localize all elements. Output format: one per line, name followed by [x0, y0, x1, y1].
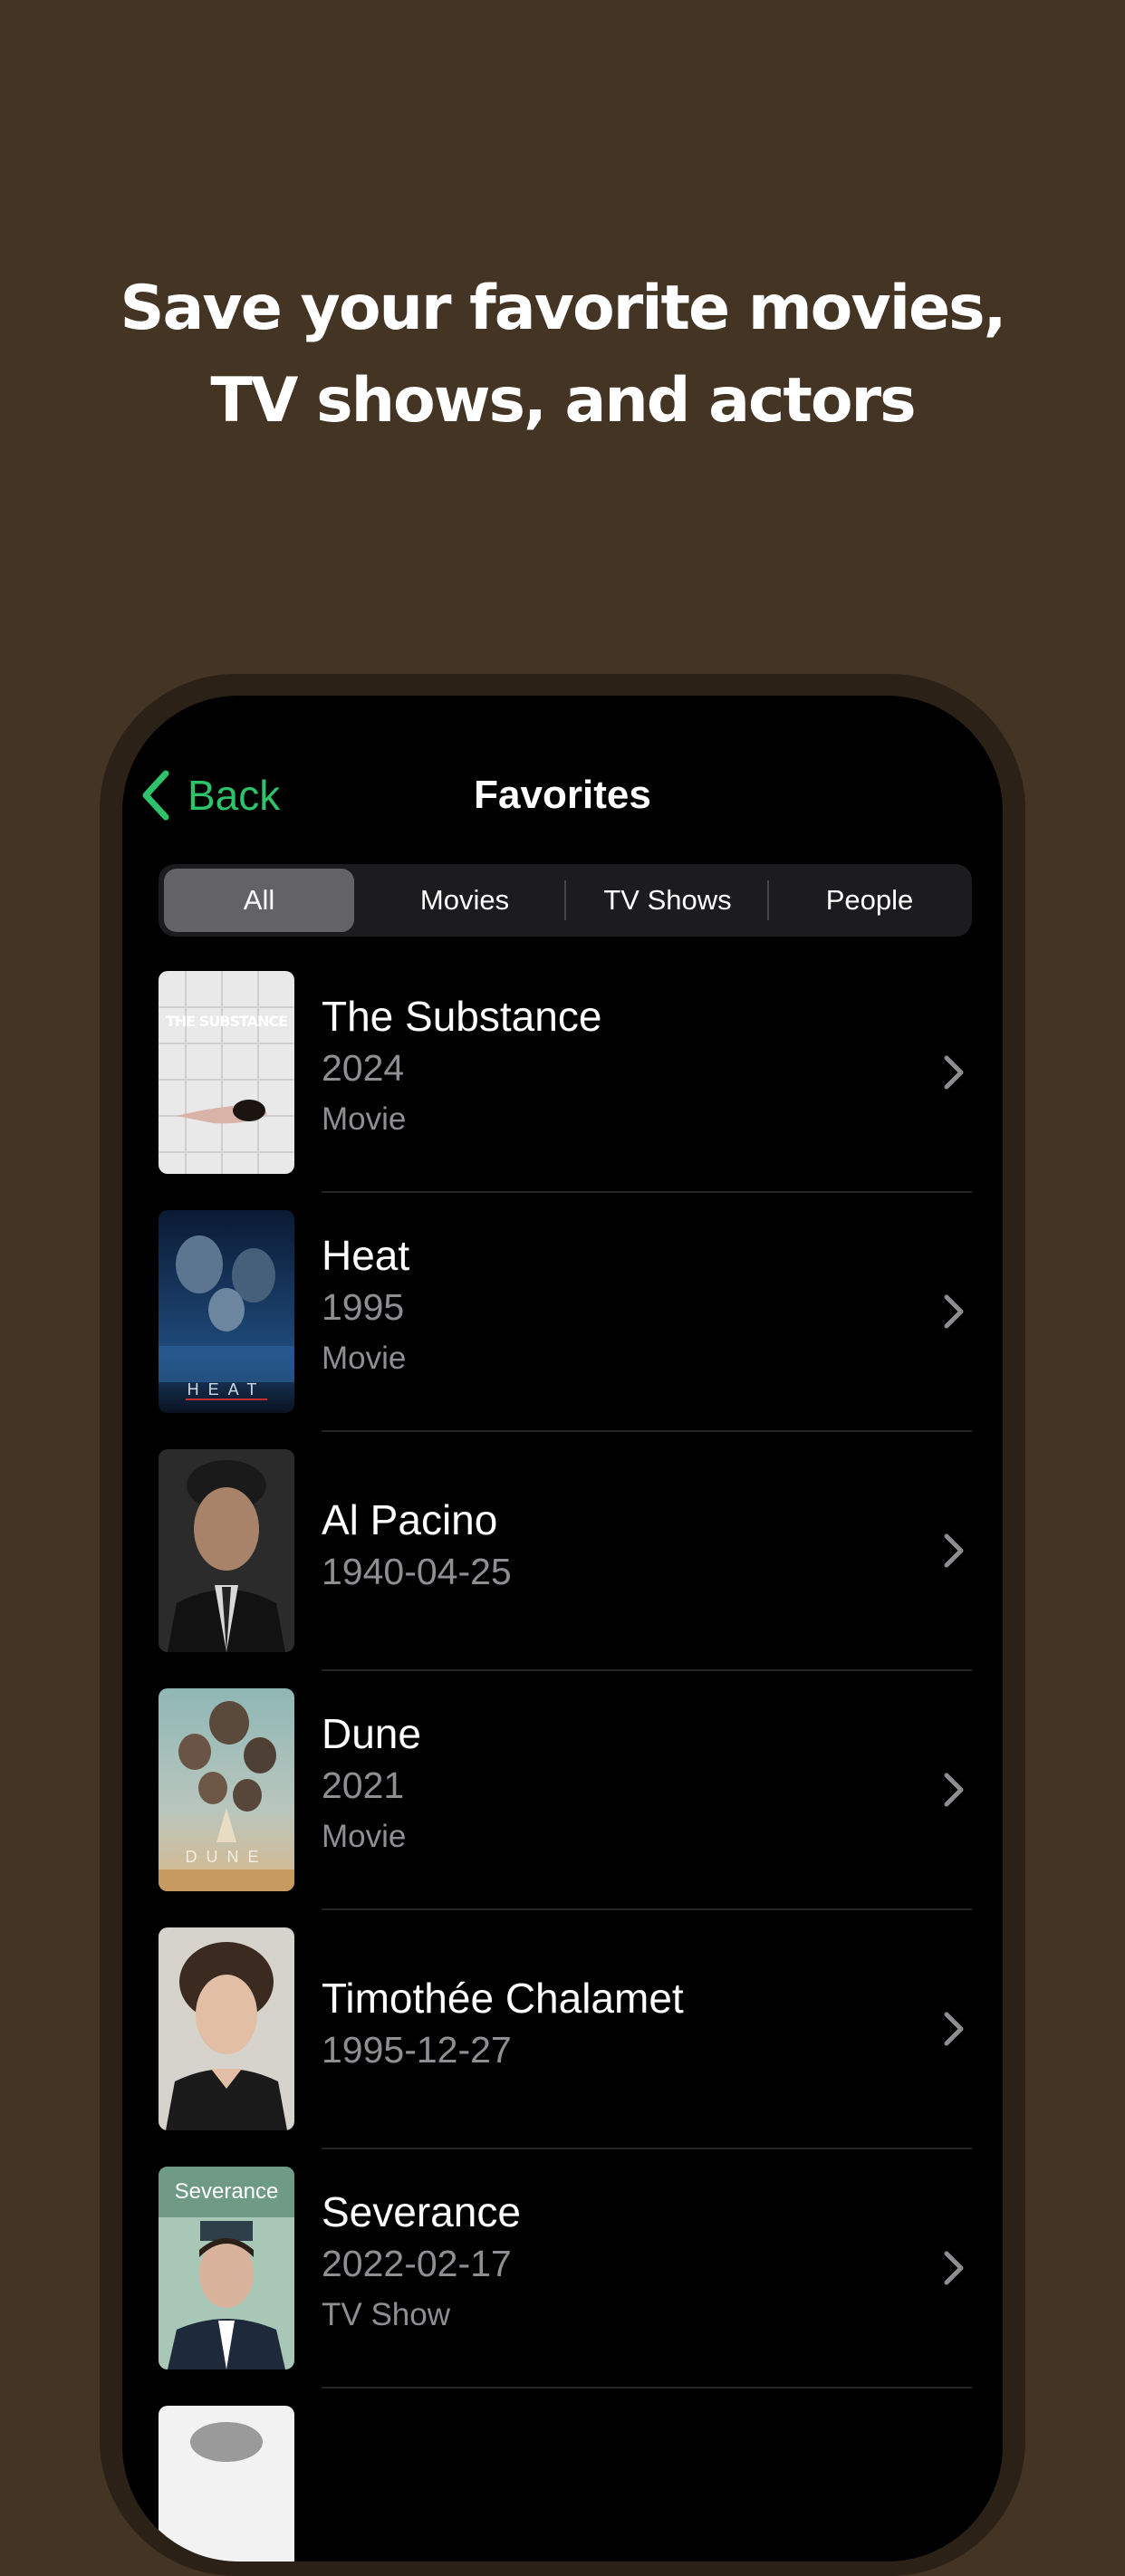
- segment-divider: [767, 880, 769, 920]
- poster-title-text: HEAT: [187, 1380, 266, 1399]
- chevron-right-icon: [944, 1533, 964, 1568]
- list-item-timothee-chalamet[interactable]: Timothée Chalamet 1995-12-27: [159, 1927, 972, 2167]
- item-title: Dune: [322, 1710, 421, 1757]
- poster-thumbnail: HEAT: [159, 1210, 294, 1413]
- item-subtitle: 1995: [322, 1286, 405, 1328]
- item-subtitle: 2024: [322, 1047, 405, 1089]
- row-divider: [322, 1191, 972, 1193]
- list-item-al-pacino[interactable]: Al Pacino 1940-04-25: [159, 1449, 972, 1688]
- item-title: Timothée Chalamet: [322, 1975, 684, 2022]
- item-subtitle: 2021: [322, 1764, 405, 1806]
- chevron-right-icon: [944, 1294, 964, 1329]
- poster-thumbnail: Severance: [159, 2167, 294, 2369]
- page-title: Favorites: [474, 773, 651, 817]
- item-subtitle: 2022-02-17: [322, 2243, 512, 2284]
- item-type: Movie: [322, 1101, 407, 1137]
- list-item-partial[interactable]: [159, 2406, 972, 2562]
- chevron-right-icon: [944, 1055, 964, 1090]
- poster-title-text: DUNE: [185, 1848, 268, 1866]
- profile-photo: [159, 1449, 294, 1652]
- segment-tv-shows[interactable]: TV Shows: [568, 869, 767, 932]
- segment-movies[interactable]: Movies: [365, 869, 564, 932]
- list-item-severance[interactable]: Severance Severance 2022-02-17 TV Show: [159, 2167, 972, 2406]
- segment-divider: [564, 880, 566, 920]
- item-title: Severance: [322, 2188, 521, 2235]
- item-title: Heat: [322, 1232, 410, 1279]
- headline-line-2: TV shows, and actors: [210, 365, 916, 437]
- chevron-right-icon: [944, 2012, 964, 2046]
- row-divider: [322, 2148, 972, 2149]
- row-divider: [322, 1430, 972, 1432]
- item-subtitle: 1940-04-25: [322, 1551, 512, 1592]
- poster-title-text: Severance: [174, 2179, 279, 2204]
- poster-thumbnail: THE SUBSTANCE: [159, 971, 294, 1174]
- item-title: The Substance: [322, 993, 602, 1040]
- navigation-bar: Back Favorites: [122, 750, 1003, 841]
- chevron-right-icon: [944, 2251, 964, 2285]
- item-type: TV Show: [322, 2297, 450, 2332]
- favorites-list: THE SUBSTANCE The Substance 2024 Movie H…: [159, 971, 972, 2562]
- row-divider: [322, 1669, 972, 1671]
- poster-title-text: THE SUBSTANCE: [165, 1013, 288, 1030]
- row-divider: [322, 1908, 972, 1910]
- headline-line-1: Save your favorite movies,: [120, 273, 1007, 344]
- item-subtitle: 1995-12-27: [322, 2029, 512, 2071]
- segment-people[interactable]: People: [771, 869, 968, 932]
- item-type: Movie: [322, 1819, 407, 1854]
- headline: Save your favorite movies, TV shows, and…: [0, 263, 1125, 447]
- poster-thumbnail: [159, 2406, 294, 2562]
- list-item-dune[interactable]: DUNE Dune 2021 Movie: [159, 1688, 972, 1927]
- chevron-right-icon: [944, 1773, 964, 1807]
- poster-thumbnail: DUNE: [159, 1688, 294, 1891]
- list-item-the-substance[interactable]: THE SUBSTANCE The Substance 2024 Movie: [159, 971, 972, 1210]
- segment-all[interactable]: All: [164, 869, 354, 932]
- profile-photo: [159, 1927, 294, 2130]
- phone-screen: Back Favorites All Movies TV Shows Peopl…: [122, 696, 1003, 2562]
- item-type: Movie: [322, 1341, 407, 1376]
- filter-segmented-control: All Movies TV Shows People: [159, 864, 972, 937]
- list-item-heat[interactable]: HEAT Heat 1995 Movie: [159, 1210, 972, 1449]
- item-title: Al Pacino: [322, 1496, 498, 1543]
- row-divider: [322, 2387, 972, 2389]
